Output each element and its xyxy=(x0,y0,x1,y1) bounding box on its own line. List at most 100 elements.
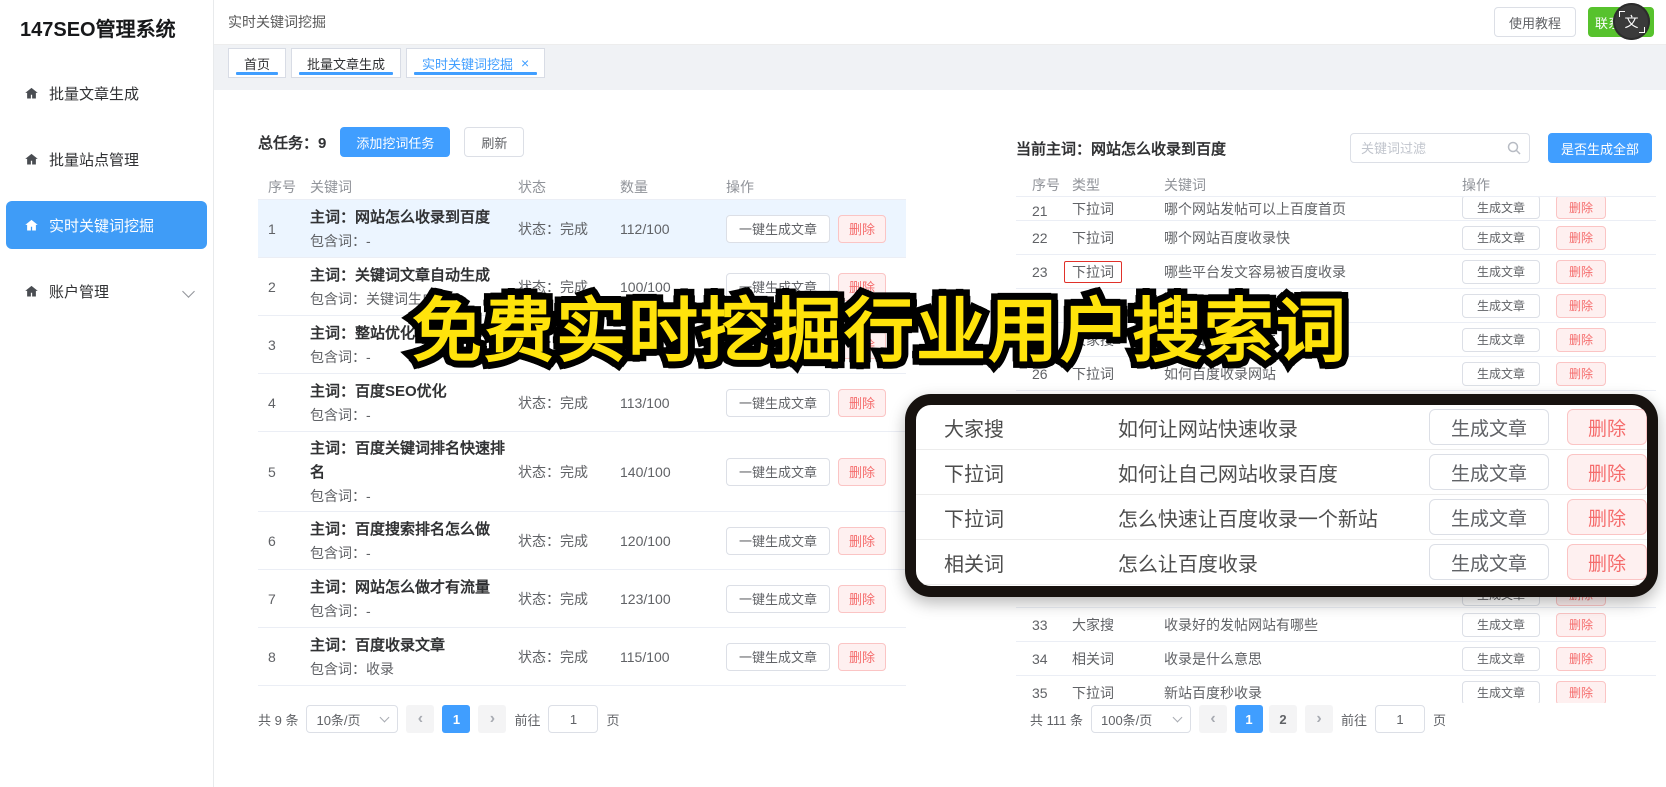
tab[interactable]: 实时关键词挖掘 × xyxy=(406,48,546,78)
col-type: 类型 xyxy=(1072,176,1100,193)
translate-icon[interactable]: 文 xyxy=(1613,3,1650,40)
generate-article-button[interactable]: 生成文章 xyxy=(1462,680,1540,703)
page-size-select[interactable]: 100条/页 xyxy=(1090,705,1191,733)
delete-button[interactable]: 删除 xyxy=(838,457,886,486)
sidebar-item[interactable]: 账户管理 xyxy=(6,267,207,315)
delete-button[interactable]: 删除 xyxy=(838,388,886,417)
task-include-word: 包含词：- xyxy=(310,406,371,423)
keyword-row: 22 下拉词 哪个网站百度收录快 生成文章 删除 xyxy=(1016,221,1656,255)
generate-article-button[interactable]: 生成文章 xyxy=(1462,259,1540,284)
task-status: 状态：完成 xyxy=(518,278,588,295)
task-index: 3 xyxy=(268,336,276,353)
page-unit-label: 页 xyxy=(1433,712,1447,728)
generate-article-button[interactable]: 一键生成文章 xyxy=(726,642,830,671)
close-icon[interactable]: × xyxy=(521,55,529,71)
tab-bar: 首页 × 批量文章生成 × 实时关键词挖掘 × xyxy=(228,48,550,78)
generate-article-button[interactable]: 生成文章 xyxy=(1462,361,1540,386)
tab[interactable]: 首页 × xyxy=(228,48,287,78)
prev-page-button[interactable]: ‹ xyxy=(1198,705,1227,733)
col-status: 状态 xyxy=(518,178,546,195)
generate-article-button[interactable]: 一键生成文章 xyxy=(726,272,830,301)
refresh-button[interactable]: 刷新 xyxy=(464,127,525,157)
delete-button[interactable]: 删除 xyxy=(1567,544,1647,580)
generate-article-button[interactable]: 生成文章 xyxy=(1462,197,1540,219)
generate-article-button[interactable]: 生成文章 xyxy=(1429,544,1549,580)
task-include-word: 包含词：收录 xyxy=(310,660,394,677)
generate-article-button[interactable]: 一键生成文章 xyxy=(726,457,830,486)
keyword-text: 如何让百度收录 xyxy=(1164,297,1262,314)
page-unit-label: 页 xyxy=(606,712,620,728)
tab[interactable]: 批量文章生成 × xyxy=(291,48,402,78)
generate-article-button[interactable]: 生成文章 xyxy=(1429,454,1549,490)
prev-page-button[interactable]: ‹ xyxy=(406,705,435,733)
delete-button[interactable]: 删除 xyxy=(1556,293,1606,318)
generate-article-button[interactable]: 生成文章 xyxy=(1462,225,1540,250)
keyword-text: 怎么让百度收录 xyxy=(1117,553,1258,576)
generate-article-button[interactable]: 生成文章 xyxy=(1462,612,1540,637)
delete-button[interactable]: 删除 xyxy=(1556,361,1606,386)
delete-button[interactable]: 删除 xyxy=(838,330,886,359)
task-panel: 总任务：9 添加挖词任务 刷新 序号 关键词 状态 数量 操作 1 主词：网站怎… xyxy=(258,126,906,686)
delete-button[interactable]: 删除 xyxy=(838,214,886,243)
task-index: 4 xyxy=(268,394,276,411)
next-page-button[interactable]: › xyxy=(1304,705,1333,733)
delete-button[interactable]: 删除 xyxy=(838,272,886,301)
keyword-actions: 生成文章 删除 xyxy=(1462,327,1656,352)
delete-button[interactable]: 删除 xyxy=(1556,327,1606,352)
task-keyword: 主词：整站优化 包含词：- xyxy=(310,322,518,368)
task-quantity: 100/100 xyxy=(620,278,671,295)
sidebar-item[interactable]: 批量站点管理 xyxy=(6,135,207,183)
delete-button[interactable]: 删除 xyxy=(1556,225,1606,250)
tab-label: 首页 xyxy=(244,56,271,72)
delete-button[interactable]: 删除 xyxy=(1556,646,1606,671)
page-number[interactable]: 1 xyxy=(1234,705,1263,733)
current-keyword-label: 当前主词：网站怎么收录到百度 xyxy=(1016,140,1227,158)
delete-button[interactable]: 删除 xyxy=(1556,680,1606,703)
add-task-button[interactable]: 添加挖词任务 xyxy=(340,127,451,157)
keyword-filter-input[interactable] xyxy=(1349,133,1530,163)
page-number[interactable]: 1 xyxy=(442,705,471,733)
tab-label: 实时关键词挖掘 xyxy=(422,56,514,72)
goto-page-input[interactable] xyxy=(1375,705,1425,733)
delete-button[interactable]: 删除 xyxy=(1556,197,1606,219)
keyword-row: 35 下拉词 新站百度秒收录 生成文章 删除 xyxy=(1016,676,1656,703)
generate-article-button[interactable]: 一键生成文章 xyxy=(726,330,830,359)
generate-article-button[interactable]: 一键生成文章 xyxy=(726,584,830,613)
keyword-actions: 生成文章 删除 xyxy=(1462,680,1656,703)
total-count: 共 9 条 xyxy=(258,712,299,728)
generate-article-button[interactable]: 生成文章 xyxy=(1429,409,1549,445)
keyword-type: 下拉词 xyxy=(1072,229,1114,246)
task-main-word: 主词：整站优化 xyxy=(310,324,416,342)
zoomed-keyword-row: 大家搜 如何让网站快速收录 生成文章 删除 xyxy=(916,405,1647,450)
col-quantity: 数量 xyxy=(620,178,648,195)
task-status: 状态：完成 xyxy=(518,336,588,353)
task-row: 7 主词：网站怎么做才有流量 包含词：- 状态：完成 123/100 一键生成文… xyxy=(258,570,906,628)
delete-button[interactable]: 删除 xyxy=(838,526,886,555)
generate-article-button[interactable]: 生成文章 xyxy=(1462,646,1540,671)
page-number[interactable]: 2 xyxy=(1268,705,1297,733)
delete-button[interactable]: 删除 xyxy=(1567,499,1647,535)
generate-article-button[interactable]: 一键生成文章 xyxy=(726,214,830,243)
delete-button[interactable]: 删除 xyxy=(1567,409,1647,445)
tutorial-button[interactable]: 使用教程 xyxy=(1493,7,1576,37)
generate-all-button[interactable]: 是否生成全部 xyxy=(1547,133,1652,163)
sidebar-item[interactable]: 批量文章生成 xyxy=(6,69,207,117)
delete-button[interactable]: 删除 xyxy=(1556,612,1606,637)
generate-article-button[interactable]: 一键生成文章 xyxy=(726,526,830,555)
delete-button[interactable]: 删除 xyxy=(838,584,886,613)
page-size-select[interactable]: 10条/页 xyxy=(306,705,399,733)
next-page-button[interactable]: › xyxy=(478,705,507,733)
delete-button[interactable]: 删除 xyxy=(1556,259,1606,284)
generate-article-button[interactable]: 生成文章 xyxy=(1462,293,1540,318)
sidebar-item[interactable]: 实时关键词挖掘 xyxy=(6,201,207,249)
generate-article-button[interactable]: 一键生成文章 xyxy=(726,388,830,417)
total-tasks-value: 9 xyxy=(318,134,327,152)
goto-page-input[interactable] xyxy=(548,705,599,733)
delete-button[interactable]: 删除 xyxy=(1567,454,1647,490)
generate-article-button[interactable]: 生成文章 xyxy=(1462,327,1540,352)
task-keyword: 主词：网站怎么做才有流量 包含词：- xyxy=(310,576,518,622)
generate-article-button[interactable]: 生成文章 xyxy=(1429,499,1549,535)
keyword-index: 35 xyxy=(1032,684,1048,701)
delete-button[interactable]: 删除 xyxy=(838,642,886,671)
col-index: 序号 xyxy=(268,178,296,195)
